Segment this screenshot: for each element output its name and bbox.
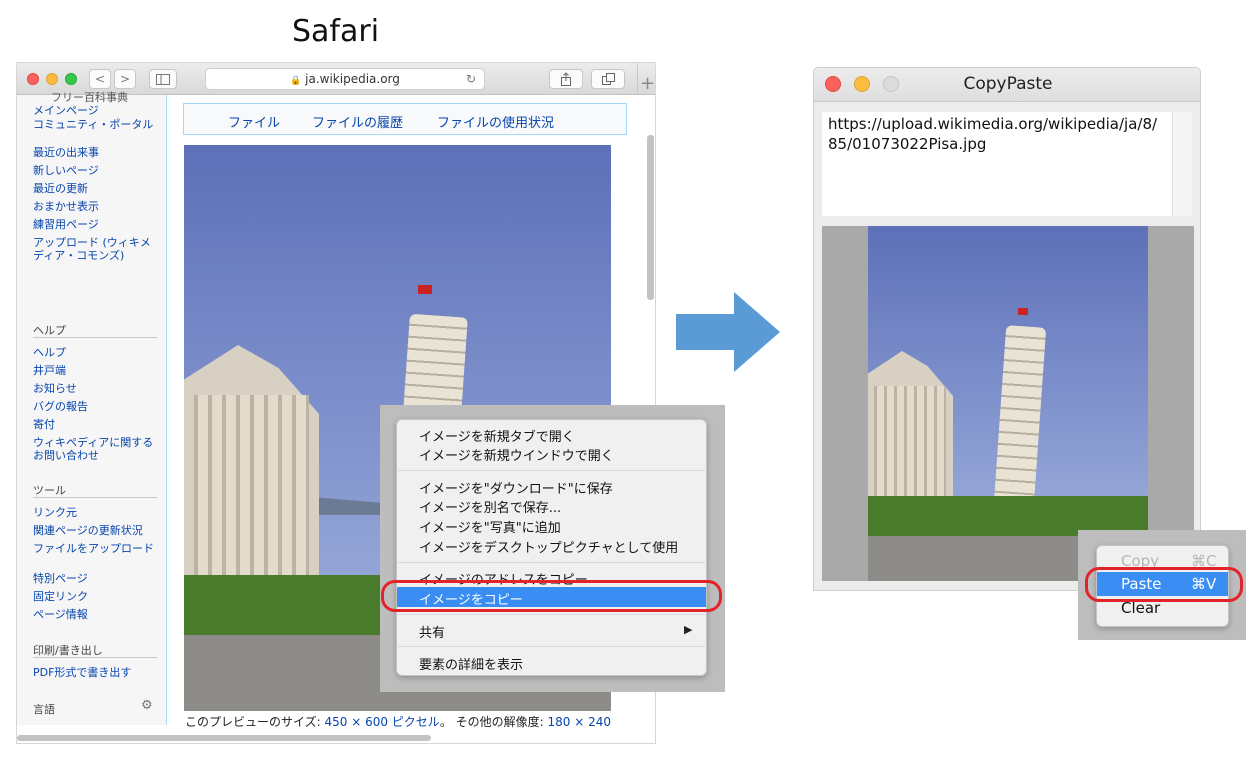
caption-mid: 。 その他の解像度: — [439, 715, 548, 729]
menu-set-desktop[interactable]: イメージをデスクトップピクチャとして使用 — [419, 537, 678, 556]
sidebar-divider — [33, 337, 157, 338]
file-tabs: ファイル ファイルの履歴 ファイルの使用状況 — [183, 103, 627, 135]
sidebar-nav-item[interactable]: おまかせ表示 — [33, 200, 161, 213]
sidebar-help-item[interactable]: 寄付 — [33, 418, 161, 431]
close-button[interactable] — [825, 76, 841, 92]
caption-prefix: このプレビューのサイズ: — [185, 715, 325, 729]
sidebar-nav-item[interactable]: 新しいページ — [33, 164, 161, 177]
sidebar-heading-help: ヘルプ — [33, 324, 66, 337]
sidebar-print-item[interactable]: PDF形式で書き出す — [33, 666, 161, 679]
back-icon: < — [94, 72, 106, 86]
sidebar-toggle-button[interactable] — [149, 69, 177, 89]
sidebar-divider — [33, 497, 157, 498]
highlight-ring-paste — [1085, 567, 1243, 602]
submenu-arrow-icon: ▶ — [684, 623, 693, 636]
flow-arrow-icon — [676, 292, 780, 372]
preview-size-link[interactable]: 450 × 600 ピクセル — [325, 715, 440, 729]
lock-icon: 🔒 — [290, 76, 302, 86]
sidebar-heading-languages: 言語 — [33, 703, 55, 716]
new-tab-button[interactable]: + — [637, 63, 656, 95]
url-text: ja.wikipedia.org — [305, 72, 400, 86]
copypaste-title: CopyPaste — [963, 74, 1053, 94]
sidebar-heading-tools: ツール — [33, 484, 66, 497]
minimize-button[interactable] — [854, 76, 870, 92]
vertical-scrollbar[interactable] — [647, 135, 654, 300]
close-button[interactable] — [27, 73, 39, 85]
menu-open-new-window[interactable]: イメージを新規ウインドウで開く — [419, 445, 614, 464]
sidebar-tools-item[interactable]: ファイルをアップロード — [33, 542, 161, 555]
menu-share[interactable]: 共有 — [419, 622, 445, 641]
share-icon — [561, 72, 571, 86]
other-resolution-link[interactable]: 180 × 240 — [548, 715, 612, 729]
sidebar-help-item[interactable]: ウィキペディアに関するお問い合わせ — [33, 436, 161, 462]
copypaste-titlebar: CopyPaste — [814, 68, 1200, 102]
sidebar-help-item[interactable]: 井戸端 — [33, 364, 161, 377]
sidebar-help-item[interactable]: ヘルプ — [33, 346, 161, 359]
menu-save-downloads[interactable]: イメージを"ダウンロード"に保存 — [419, 478, 613, 497]
text-view-scroller[interactable] — [1172, 112, 1192, 216]
tab-file-usage[interactable]: ファイルの使用状況 — [437, 112, 554, 131]
sidebar-nav-item[interactable]: メインページ — [33, 104, 161, 117]
zoom-button[interactable] — [883, 76, 899, 92]
highlight-ring-copy-image — [381, 580, 722, 612]
image-caption: このプレビューのサイズ: 450 × 600 ピクセル。 その他の解像度: 18… — [185, 713, 611, 730]
tabs-overview-button[interactable] — [591, 69, 625, 89]
safari-heading: Safari — [292, 14, 380, 49]
sidebar-help-item[interactable]: バグの報告 — [33, 400, 161, 413]
forward-icon: > — [119, 72, 131, 86]
menu-open-new-tab[interactable]: イメージを新規タブで開く — [419, 426, 575, 445]
zoom-button[interactable] — [65, 73, 77, 85]
tabs-icon — [601, 73, 615, 85]
plus-icon: + — [639, 73, 656, 94]
sidebar-tools-item[interactable]: リンク元 — [33, 506, 161, 519]
sidebar-divider — [33, 657, 157, 658]
sidebar-nav-item[interactable]: 最近の出来事 — [33, 146, 161, 159]
sidebar-nav-item[interactable]: 最近の更新 — [33, 182, 161, 195]
sidebar-icon — [156, 74, 170, 85]
gear-icon[interactable]: ⚙ — [141, 698, 153, 713]
minimize-button[interactable] — [46, 73, 58, 85]
context-menu: イメージを新規タブで開く イメージを新規ウインドウで開く イメージを"ダウンロー… — [396, 419, 707, 676]
share-button[interactable] — [549, 69, 583, 89]
tab-file[interactable]: ファイル — [228, 112, 280, 131]
wiki-sidebar: フリー百科事典 メインページ コミュニティ・ポータル 最近の出来事 新しいページ 最近の… — [17, 91, 167, 725]
address-bar[interactable]: 🔒 ja.wikipedia.org ↻ — [205, 68, 485, 90]
tab-file-history[interactable]: ファイルの履歴 — [312, 112, 403, 131]
sidebar-nav-item[interactable]: コミュニティ・ポータル — [33, 118, 161, 131]
menu-save-as[interactable]: イメージを別名で保存... — [419, 497, 561, 516]
sidebar-tools-item[interactable]: 関連ページの更新状況 — [33, 524, 161, 537]
menu-add-photos[interactable]: イメージを"写真"に追加 — [419, 517, 561, 536]
sidebar-heading-print: 印刷/書き出し — [33, 644, 103, 657]
sidebar-tools-item[interactable]: ページ情報 — [33, 608, 161, 621]
forward-button[interactable]: > — [114, 69, 136, 89]
menu-inspect[interactable]: 要素の詳細を表示 — [419, 654, 523, 673]
horizontal-scrollbar[interactable] — [17, 735, 431, 741]
sidebar-help-item[interactable]: お知らせ — [33, 382, 161, 395]
back-button[interactable]: < — [89, 69, 111, 89]
sidebar-nav-item[interactable]: 練習用ページ — [33, 218, 161, 231]
pasted-pisa-image — [868, 226, 1148, 581]
sidebar-tools-item[interactable]: 特別ページ — [33, 572, 161, 585]
sidebar-tools-item[interactable]: 固定リンク — [33, 590, 161, 603]
sidebar-nav-item[interactable]: アップロード (ウィキメディア・コモンズ) — [33, 236, 161, 262]
url-text-view[interactable]: https://upload.wikimedia.org/wikipedia/j… — [822, 112, 1172, 216]
image-well[interactable] — [822, 226, 1194, 581]
copypaste-window: CopyPaste https://upload.wikimedia.org/w… — [813, 67, 1201, 591]
reload-icon[interactable]: ↻ — [466, 69, 476, 89]
